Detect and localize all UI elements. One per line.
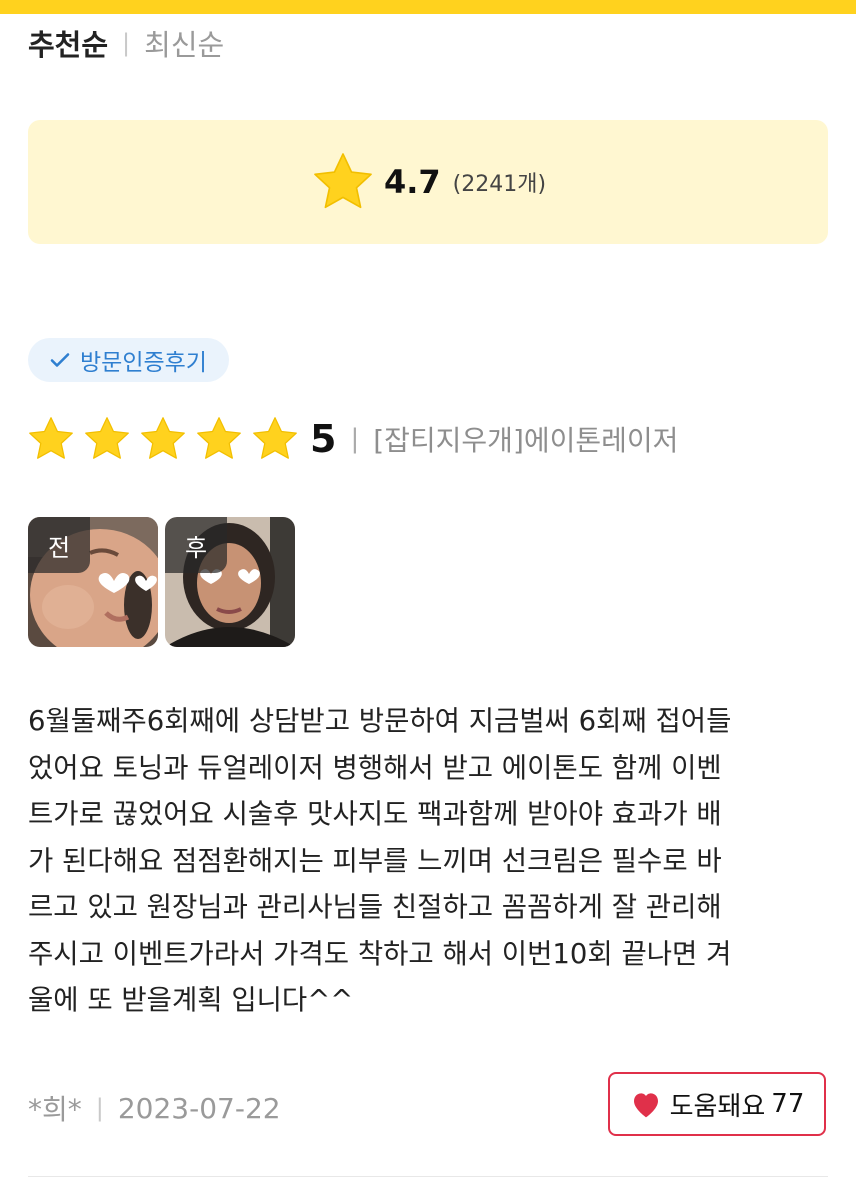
helpful-label: 도움돼요 xyxy=(669,1091,766,1122)
helpful-count: 77 xyxy=(771,1089,805,1119)
star-icon xyxy=(314,153,372,209)
rating-summary: 4.7 (2241개) xyxy=(28,120,828,244)
review-count: (2241개) xyxy=(452,172,547,197)
review-date: 2023-07-22 xyxy=(117,1091,281,1125)
before-photo[interactable]: 전 xyxy=(28,517,158,647)
badge-label: 방문인증후기 xyxy=(80,350,207,376)
top-accent-bar xyxy=(0,0,856,14)
star-icon xyxy=(253,417,297,459)
star-icon xyxy=(29,417,73,459)
sort-latest[interactable]: 최신순 xyxy=(144,22,224,64)
star-icon xyxy=(197,417,241,459)
review-meta: *희* | 2023-07-22 xyxy=(28,1088,281,1128)
sort-options: 추천순 | 최신순 xyxy=(28,22,224,64)
product-name[interactable]: [잡티지우개]에이톤레이저 xyxy=(373,419,678,459)
verified-visit-badge: 방문인증후기 xyxy=(28,338,229,382)
before-label: 전 xyxy=(28,517,90,573)
star-icon xyxy=(85,417,129,459)
sort-divider: | xyxy=(122,29,131,57)
after-label: 후 xyxy=(165,517,227,573)
review-text: 6월둘째주6회째에 상담받고 방문하여 지금벌써 6회째 접어들 었어요 토닝과… xyxy=(28,705,732,1016)
meta-divider: | xyxy=(95,1094,104,1122)
review-author: *희* xyxy=(28,1093,82,1126)
after-photo[interactable]: 후 xyxy=(165,517,295,647)
average-rating: 4.7 xyxy=(383,163,441,201)
heart-icon xyxy=(633,1093,658,1118)
check-icon xyxy=(50,353,70,367)
star-icon xyxy=(141,417,185,459)
helpful-button[interactable]: 도움돼요 77 xyxy=(608,1072,826,1136)
sort-recommended[interactable]: 추천순 xyxy=(28,22,108,64)
review-score: 5 xyxy=(310,417,337,461)
star-rating xyxy=(26,414,306,464)
review-divider xyxy=(28,1176,828,1177)
rating-divider: | xyxy=(350,424,360,454)
review-rating-row: 5 | [잡티지우개]에이톤레이저 xyxy=(26,414,678,464)
